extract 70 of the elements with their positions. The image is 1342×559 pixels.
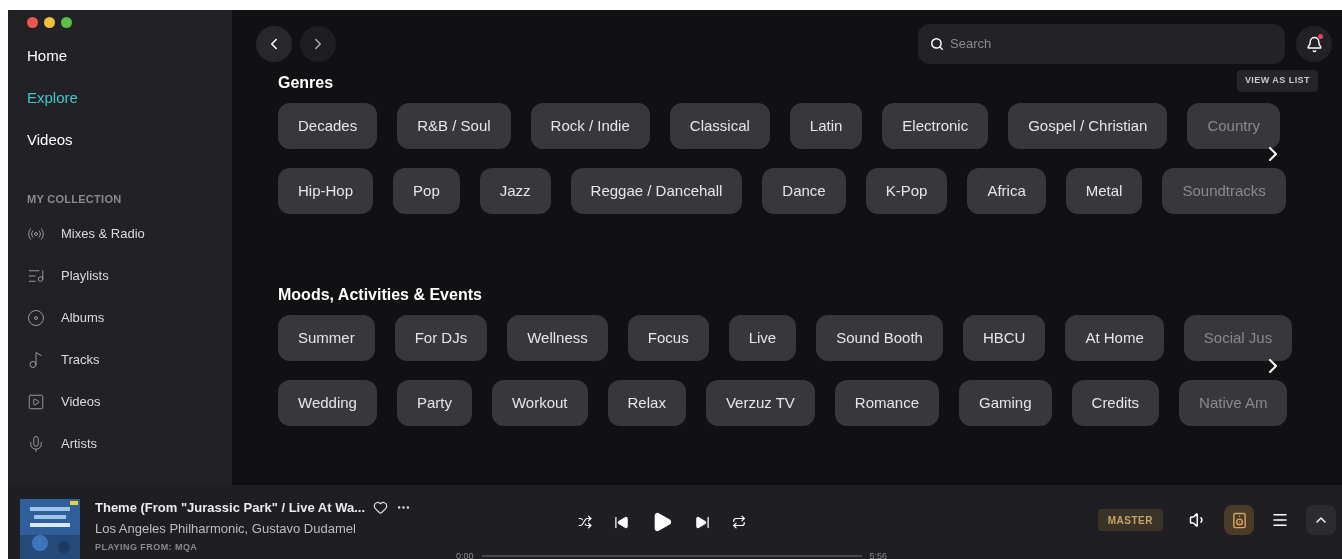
category-chip[interactable]: Verzuz TV xyxy=(705,380,815,426)
shuffle-icon[interactable] xyxy=(578,515,592,529)
category-chip[interactable]: Gaming xyxy=(959,380,1052,426)
category-chip[interactable]: Classical xyxy=(669,103,770,149)
category-chip[interactable]: Pop xyxy=(393,168,460,214)
section-title: Moods, Activities & Events xyxy=(278,285,482,305)
category-chip[interactable]: R&B / Soul xyxy=(397,103,511,149)
quality-badge: MASTER xyxy=(1097,509,1163,531)
category-chip[interactable]: Africa xyxy=(967,168,1046,214)
category-chip[interactable]: Metal xyxy=(1065,168,1143,214)
category-chip[interactable]: Jazz xyxy=(479,168,551,214)
category-chip[interactable]: Wellness xyxy=(507,315,608,361)
expand-button[interactable] xyxy=(1306,505,1336,535)
category-chip[interactable]: Relax xyxy=(607,380,686,426)
category-chip[interactable]: At Home xyxy=(1065,315,1164,361)
collection-item[interactable]: Artists xyxy=(27,433,213,454)
collection-item[interactable]: Playlists xyxy=(27,265,213,286)
collection-item[interactable]: Mixes & Radio xyxy=(27,223,213,244)
nav-item[interactable]: Videos xyxy=(27,129,213,151)
category-chip[interactable]: Wedding xyxy=(278,380,377,426)
category-chip[interactable]: Romance xyxy=(834,380,939,426)
category-chip[interactable]: Reggae / Dancehall xyxy=(570,168,743,214)
category-chip[interactable]: Dance xyxy=(762,168,846,214)
search-input[interactable]: Search xyxy=(950,34,1250,54)
search-icon xyxy=(930,37,944,51)
category-chip[interactable]: Workout xyxy=(491,380,588,426)
nav-item[interactable]: Home xyxy=(27,45,213,67)
microphone-icon xyxy=(27,434,45,453)
previous-icon[interactable] xyxy=(614,514,629,530)
nav-item[interactable]: Explore xyxy=(27,87,213,109)
collection-item[interactable]: Videos xyxy=(27,391,213,412)
back-button[interactable] xyxy=(256,26,292,62)
music-note-icon xyxy=(27,350,45,369)
category-chip[interactable]: Sound Booth xyxy=(816,315,943,361)
bell-icon xyxy=(1305,35,1323,53)
disc-icon xyxy=(27,308,45,327)
category-chip[interactable]: Hip-Hop xyxy=(278,168,374,214)
speaker-icon xyxy=(1230,511,1248,529)
category-chip[interactable]: For DJs xyxy=(394,315,488,361)
category-chip[interactable]: Party xyxy=(396,380,472,426)
next-icon[interactable] xyxy=(695,514,710,530)
category-chip[interactable]: K-Pop xyxy=(865,168,948,214)
output-device-button[interactable] xyxy=(1224,505,1254,535)
view-as-list-button[interactable]: VIEW AS LIST xyxy=(1236,70,1318,92)
duration-time: 5:56 xyxy=(869,549,888,559)
category-chip[interactable]: Electronic xyxy=(882,103,989,149)
category-chip[interactable]: Gospel / Christian xyxy=(1008,103,1168,149)
notifications-button[interactable] xyxy=(1296,26,1332,62)
section-title: Genres xyxy=(278,73,334,93)
category-chip[interactable]: Focus xyxy=(627,315,709,361)
elapsed-time: 0:00 xyxy=(456,549,474,559)
category-chip[interactable]: HBCU xyxy=(962,315,1046,361)
track-title[interactable]: Theme (From "Jurassic Park" / Live At Wa... xyxy=(95,497,365,518)
category-chip[interactable]: Rock / Indie xyxy=(530,103,650,149)
search-field[interactable]: Search xyxy=(918,24,1285,64)
progress-track[interactable] xyxy=(481,555,862,558)
section-heading: MY COLLECTION xyxy=(27,192,123,207)
repeat-icon[interactable] xyxy=(732,515,746,529)
category-chip[interactable]: Credits xyxy=(1071,380,1160,426)
category-chip[interactable]: Decades xyxy=(278,103,378,149)
collection-item[interactable]: Albums xyxy=(27,307,213,328)
playing-from-label: PLAYING FROM: MQA xyxy=(95,540,199,554)
heart-icon[interactable] xyxy=(373,500,388,515)
play-square-icon xyxy=(27,392,45,411)
collection-item[interactable]: Tracks xyxy=(27,349,213,370)
queue-icon[interactable] xyxy=(1271,511,1289,529)
category-chip[interactable]: Summer xyxy=(278,315,375,361)
category-chip[interactable]: Live xyxy=(728,315,797,361)
track-artists[interactable]: Los Angeles Philharmonic, Gustavo Dudamel xyxy=(95,519,455,539)
category-chip[interactable]: Latin xyxy=(789,103,863,149)
